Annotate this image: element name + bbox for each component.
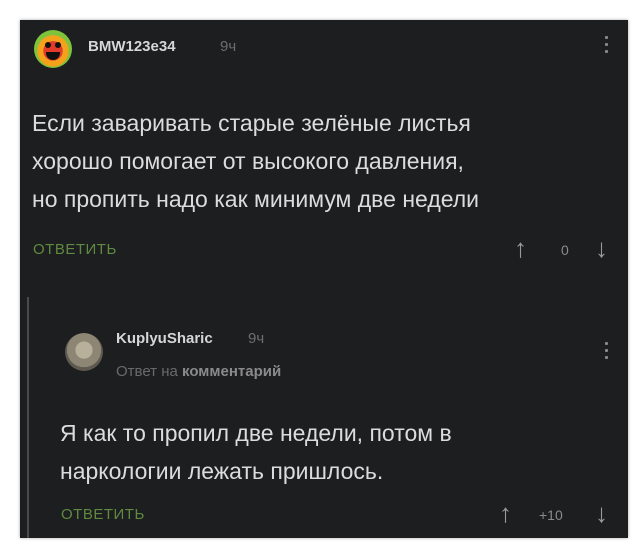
reply-context-link[interactable]: комментарий [182,363,281,380]
arrow-down-icon[interactable]: ↓ [595,500,608,526]
comment-rating: 0 [561,242,569,258]
avatar-bmw123e34[interactable] [34,30,72,68]
vertical-dots-icon[interactable] [605,36,609,57]
reply-line: Я как то пропил две недели, потом в [60,420,452,446]
avatar-mouth [46,52,60,60]
avatar-kuplyusharic[interactable] [65,333,103,371]
reply-line: наркологии лежать пришлось. [60,458,384,484]
reply-button[interactable]: ОТВЕТИТЬ [61,506,145,523]
reply-body: Я как то пропил две недели, потом в нарк… [60,414,452,490]
comment-body: Если заваривать старые зелёные листья хо… [32,104,479,218]
vertical-dots-icon[interactable] [605,342,609,363]
avatar-eye [55,42,61,48]
comment-time: 9ч [220,38,237,55]
arrow-up-icon[interactable]: ↑ [514,235,527,261]
arrow-down-icon[interactable]: ↓ [595,235,608,261]
reply-rating: +10 [539,507,563,523]
avatar-eye [45,42,51,48]
comment-author[interactable]: BMW123e34 [88,38,176,55]
comment-line: хорошо помогает от высокого давления, [32,148,464,174]
reply-context: Ответ на комментарий [116,363,281,380]
reply-context-prefix: Ответ на [116,363,178,380]
comment-line: Если заваривать старые зелёные листья [32,110,471,136]
reply-time: 9ч [248,330,265,347]
arrow-up-icon[interactable]: ↑ [499,500,512,526]
thread-line [27,297,29,538]
screenshot-frame: BMW123e34 9ч Если заваривать старые зелё… [20,20,628,538]
reply-button[interactable]: ОТВЕТИТЬ [33,241,117,258]
comment-line: но пропить надо как минимум две недели [32,186,480,212]
reply-author[interactable]: KuplyuSharic [116,330,213,347]
